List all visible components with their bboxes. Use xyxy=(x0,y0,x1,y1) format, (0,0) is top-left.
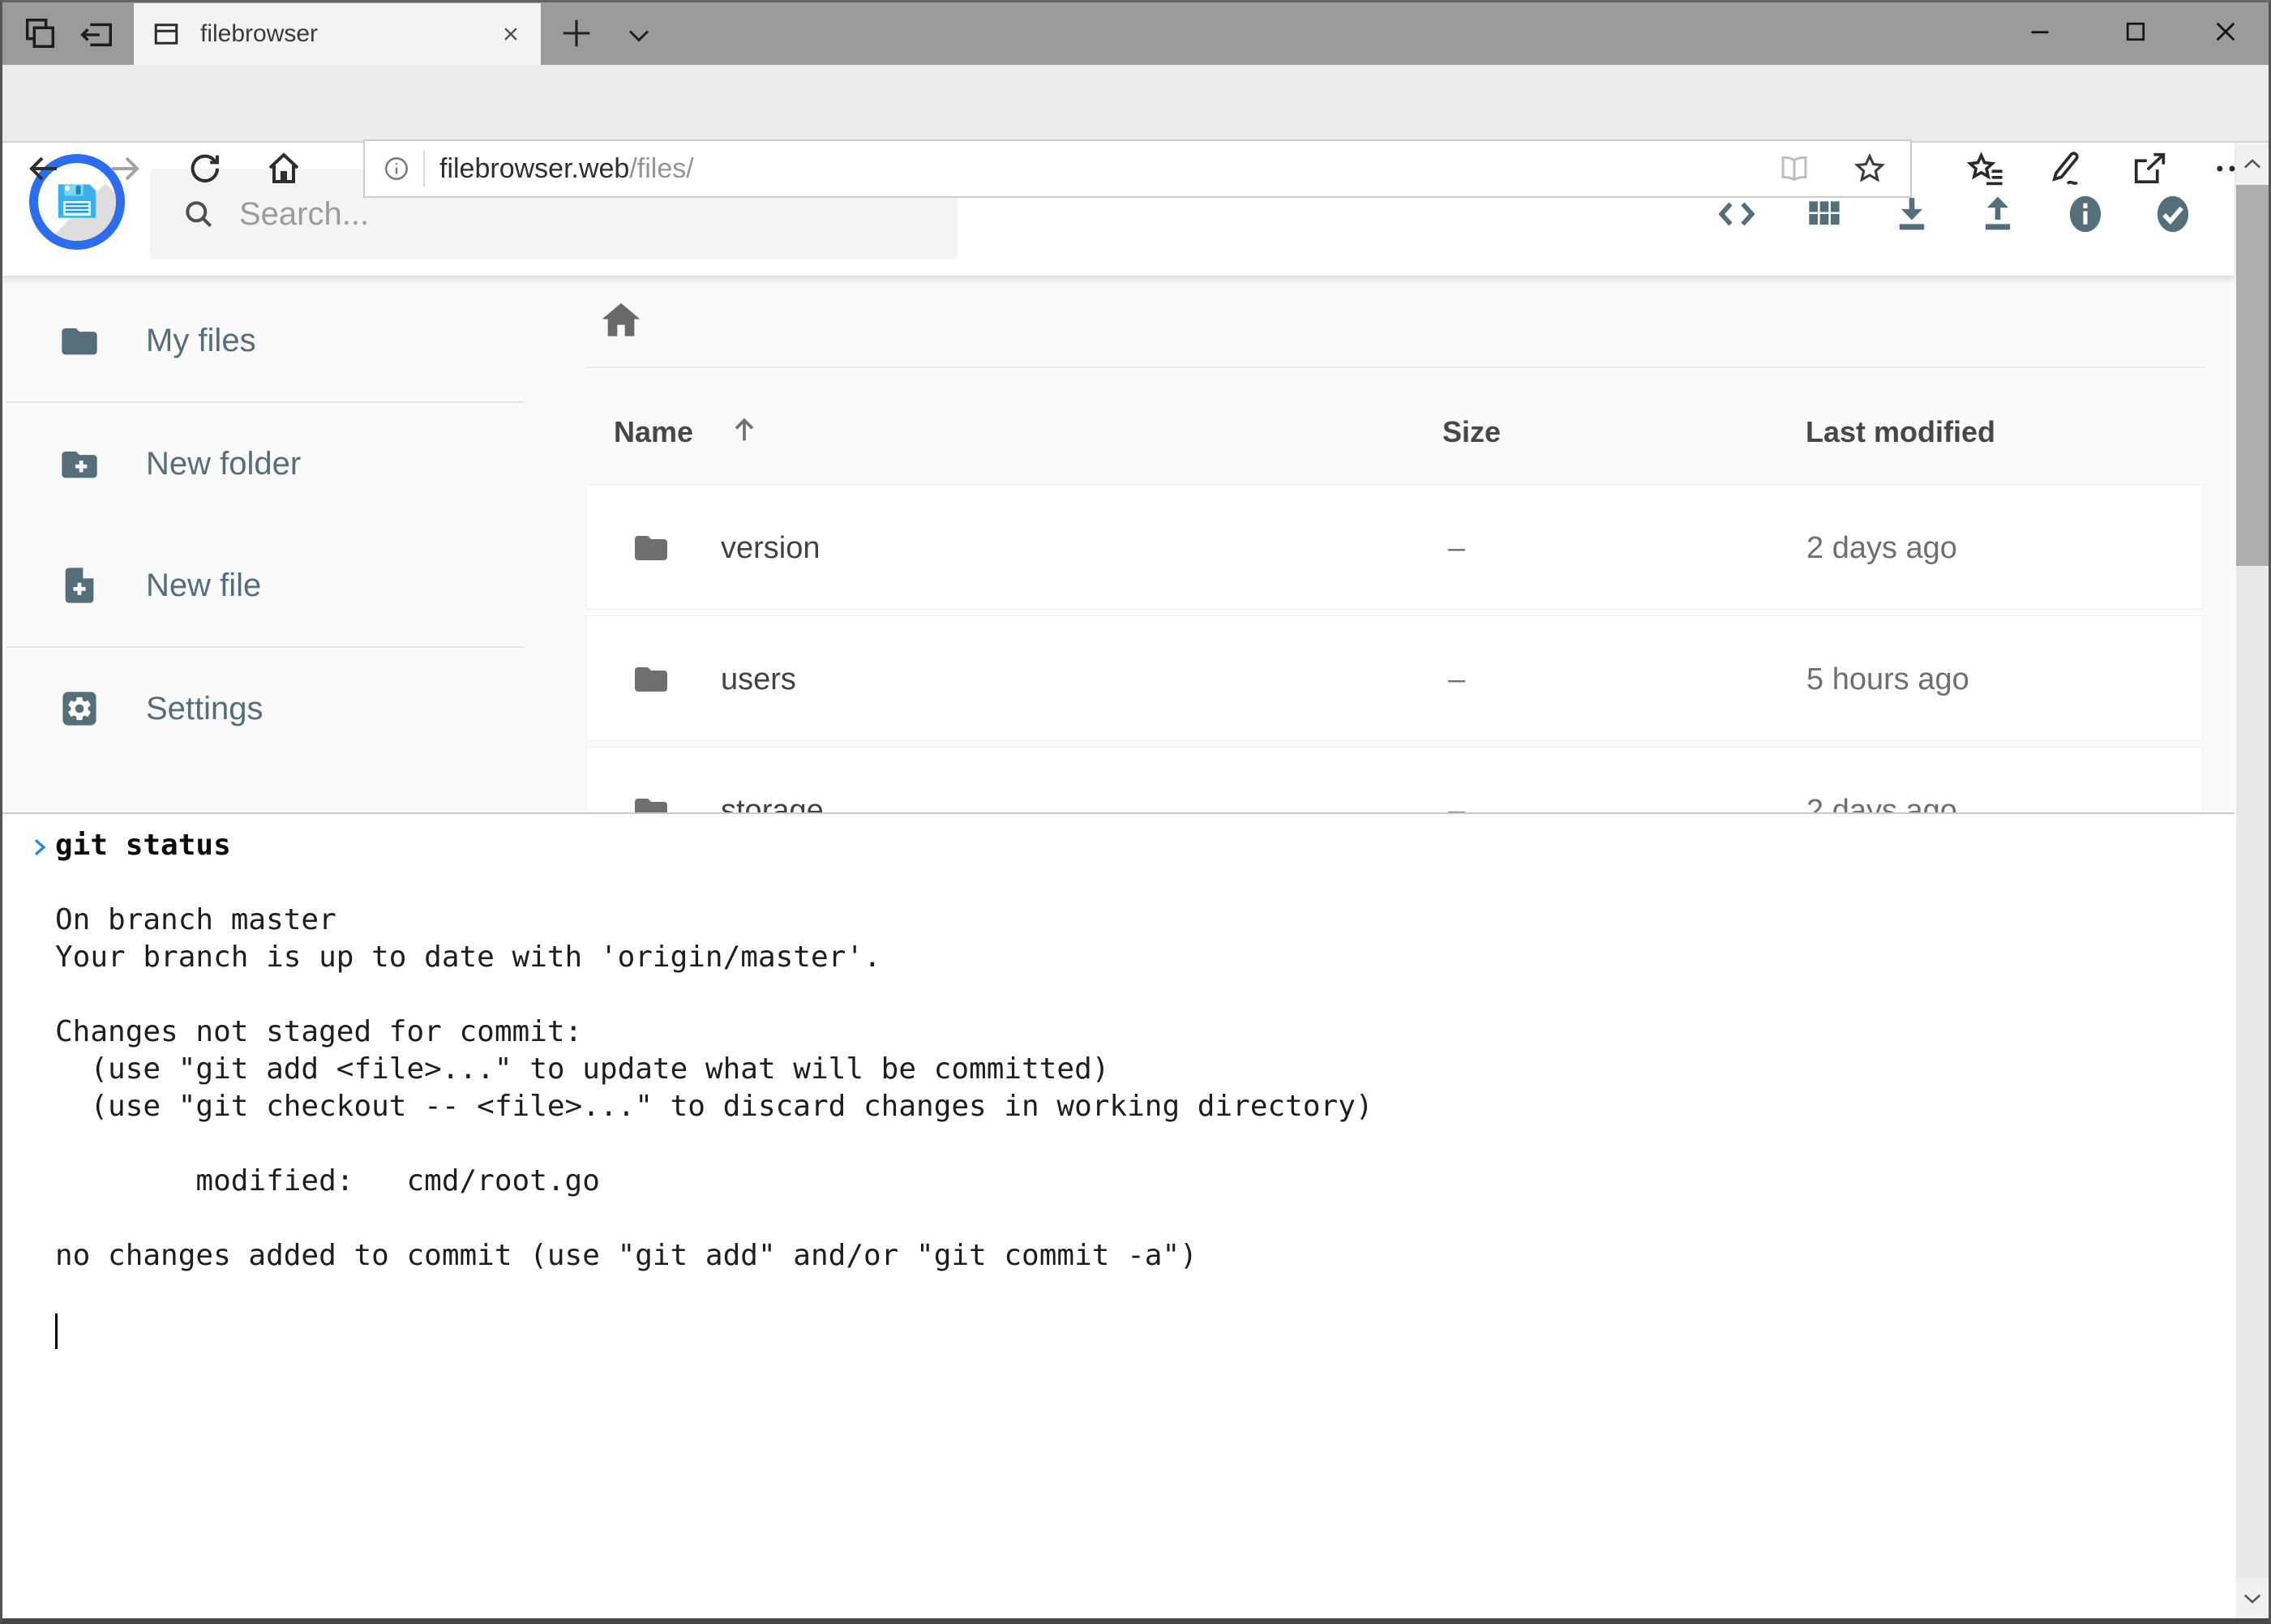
url-separator xyxy=(423,151,425,186)
vertical-scrollbar[interactable] xyxy=(2236,144,2269,1618)
search-input[interactable] xyxy=(238,195,889,234)
home-button[interactable] xyxy=(264,149,303,188)
terminal-output-line: Your branch is up to date with 'origin/m… xyxy=(0,939,2235,976)
tab-favicon xyxy=(152,19,181,49)
sidebar-item-my-files[interactable]: My files xyxy=(0,280,524,401)
tabs-aside-icon[interactable] xyxy=(78,15,115,52)
reading-view-icon[interactable] xyxy=(1777,152,1811,186)
search-icon xyxy=(181,196,216,232)
select-multiple-icon[interactable] xyxy=(2149,190,2197,238)
upload-icon[interactable] xyxy=(1973,190,2022,238)
folder-icon xyxy=(632,659,671,698)
folder-icon xyxy=(632,528,671,567)
tab-title: filebrowser xyxy=(200,20,499,48)
file-name: storage xyxy=(721,794,824,812)
file-modified: 2 days ago xyxy=(1806,794,1957,812)
maximize-button[interactable] xyxy=(2090,0,2181,63)
terminal-output-line: modified: cmd/root.go xyxy=(0,1163,2235,1200)
tab-close-icon[interactable] xyxy=(499,22,523,46)
tab-preview-icon[interactable] xyxy=(21,15,58,52)
file-plus-icon xyxy=(58,564,101,606)
terminal-command: git status xyxy=(55,829,231,862)
minimize-button[interactable] xyxy=(1995,0,2085,63)
breadcrumb-home-icon[interactable] xyxy=(598,298,644,344)
forward-button[interactable] xyxy=(105,149,144,188)
sidebar-item-settings[interactable]: Settings xyxy=(0,648,524,769)
sidebar-item-label: New folder xyxy=(146,446,301,482)
file-row[interactable]: storage – 2 days ago xyxy=(586,747,2203,812)
sidebar-item-label: Settings xyxy=(146,691,264,727)
settings-gear-icon xyxy=(58,688,101,730)
address-bar[interactable]: filebrowser.web /files/ xyxy=(363,139,1912,198)
browser-tab[interactable]: filebrowser xyxy=(134,3,541,65)
file-modified: 2 days ago xyxy=(1806,531,1957,566)
folder-icon xyxy=(632,791,671,812)
terminal-cursor xyxy=(55,1313,58,1349)
favorites-hub-icon[interactable] xyxy=(1965,148,2007,190)
scrollbar-up-button[interactable] xyxy=(2236,144,2269,185)
browser-toolbar: filebrowser.web /files/ xyxy=(0,65,2271,143)
browser-titlebar: filebrowser xyxy=(0,0,2271,65)
column-header-name[interactable]: Name xyxy=(614,415,693,449)
column-header-size[interactable]: Size xyxy=(1442,415,1501,449)
close-button[interactable] xyxy=(2180,0,2271,63)
breadcrumb-divider xyxy=(586,366,2205,368)
file-name: users xyxy=(721,662,796,697)
scrollbar-thumb[interactable] xyxy=(2236,185,2269,566)
column-header-modified[interactable]: Last modified xyxy=(1806,415,1995,449)
file-row[interactable]: version – 2 days ago xyxy=(586,484,2203,610)
scrollbar-down-button[interactable] xyxy=(2236,1578,2269,1618)
sidebar-item-label: My files xyxy=(146,323,256,359)
terminal-output-line: On branch master xyxy=(0,902,2235,939)
file-row[interactable]: users – 5 hours ago xyxy=(586,615,2203,741)
file-listing: Name Size Last modified version – 2 days… xyxy=(524,276,2235,812)
web-notes-pen-icon[interactable] xyxy=(2046,148,2088,190)
terminal-output-line: (use "git add <file>..." to update what … xyxy=(0,1051,2235,1088)
favorite-star-icon[interactable] xyxy=(1852,151,1888,186)
sidebar: My files New folder New file xyxy=(0,280,524,769)
share-icon[interactable] xyxy=(2128,148,2170,190)
terminal-output-line xyxy=(0,864,2235,902)
folder-icon xyxy=(58,319,101,362)
terminal-output-line xyxy=(0,1200,2235,1237)
terminal-output-line xyxy=(0,1275,2235,1312)
terminal-prompt-icon xyxy=(28,832,52,863)
terminal-panel[interactable]: git status On branch master Your branch … xyxy=(0,812,2235,1618)
sidebar-item-new-folder[interactable]: New folder xyxy=(0,403,524,525)
tab-list-chevron-icon[interactable] xyxy=(621,18,657,54)
terminal-output-line xyxy=(0,1125,2235,1163)
site-info-icon[interactable] xyxy=(383,155,410,182)
sort-ascending-icon[interactable] xyxy=(728,413,761,446)
file-size: – xyxy=(1448,531,1465,566)
terminal-output-line: Changes not staged for commit: xyxy=(0,1013,2235,1051)
terminal-output-line: (use "git checkout -- <file>..." to disc… xyxy=(0,1088,2235,1125)
folder-plus-icon xyxy=(58,443,101,485)
browser-window: filebrowser xyxy=(0,0,2271,1624)
refresh-button[interactable] xyxy=(185,149,224,188)
file-name: version xyxy=(721,531,821,566)
terminal-output-line: no changes added to commit (use "git add… xyxy=(0,1237,2235,1275)
sidebar-item-new-file[interactable]: New file xyxy=(0,525,524,646)
url-path: /files/ xyxy=(629,153,693,185)
file-size: – xyxy=(1448,662,1465,697)
file-size: – xyxy=(1448,794,1465,812)
sidebar-item-label: New file xyxy=(146,568,261,604)
file-modified: 5 hours ago xyxy=(1806,662,1969,697)
info-icon[interactable] xyxy=(2061,190,2110,238)
url-host: filebrowser.web xyxy=(439,153,629,185)
new-tab-button[interactable] xyxy=(558,15,595,52)
back-button[interactable] xyxy=(24,149,63,188)
terminal-output-line xyxy=(0,976,2235,1013)
